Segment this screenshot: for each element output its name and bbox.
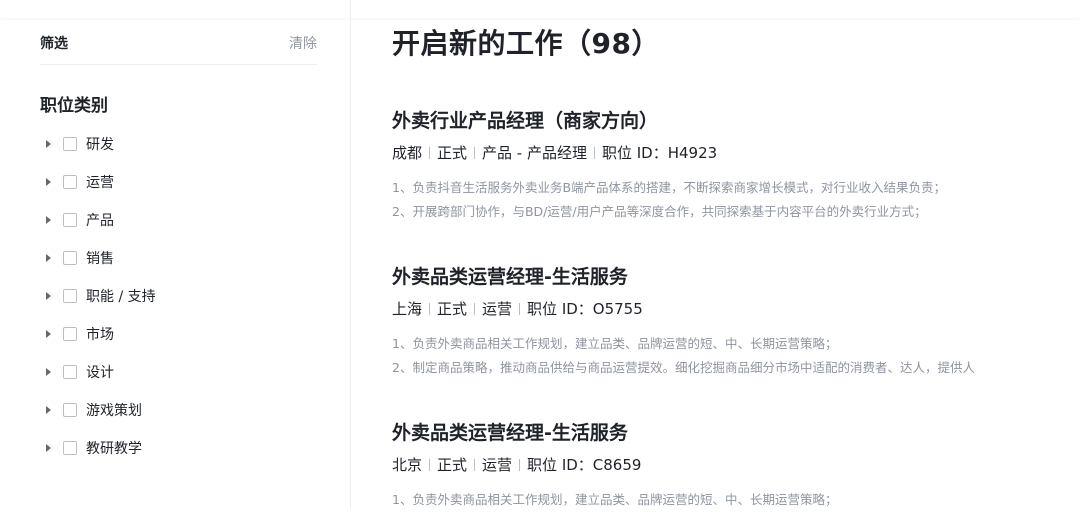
checkbox[interactable] [63,441,77,455]
meta-separator [474,458,476,471]
job-type: 正式 [437,144,468,162]
caret-right-icon[interactable] [46,444,51,452]
meta-separator [429,458,431,471]
job-card[interactable]: 外卖行业产品经理（商家方向） 成都 正式 产品 - 产品经理 职位 ID：H49… [392,106,1062,224]
filter-header: 筛选 清除 [40,33,317,53]
job-title[interactable]: 外卖行业产品经理（商家方向） [392,106,1062,133]
category-title: 职位类别 [40,96,108,116]
category-label: 产品 [86,213,114,229]
caret-right-icon[interactable] [46,216,51,224]
checkbox[interactable] [63,251,77,265]
category-item-support[interactable]: 职能 / 支持 [40,277,330,315]
category-item-marketing[interactable]: 市场 [40,315,330,353]
job-category: 运营 [482,300,513,318]
job-desc-line: 2、开展跨部门协作，与BD/运营/用户产品等深度合作，共同探索基于内容平台的外卖… [392,204,927,219]
category-label: 游戏策划 [86,403,142,419]
category-item-operations[interactable]: 运营 [40,163,330,201]
job-desc-line: 2、制定商品策略，推动商品供给与商品运营提效。细化挖掘商品细分市场中适配的消费者… [392,360,975,375]
checkbox[interactable] [63,175,77,189]
job-title[interactable]: 外卖品类运营经理-生活服务 [392,262,1062,289]
category-item-sales[interactable]: 销售 [40,239,330,277]
checkbox[interactable] [63,365,77,379]
filter-sidebar: 筛选 清除 职位类别 研发 运营 产品 销售 职能 / 支持 市场 设计 游戏策… [0,0,351,509]
job-desc-line: 1、负责外卖商品相关工作规划，建立品类、品牌运营的短、中、长期运营策略； [392,336,838,351]
caret-right-icon[interactable] [46,330,51,338]
caret-right-icon[interactable] [46,254,51,262]
category-item-product[interactable]: 产品 [40,201,330,239]
checkbox[interactable] [63,213,77,227]
meta-separator [474,302,476,315]
checkbox[interactable] [63,137,77,151]
filter-title: 筛选 [40,36,68,52]
job-city: 北京 [392,456,423,474]
job-description: 1、负责外卖商品相关工作规划，建立品类、品牌运营的短、中、长期运营策略； 2、制… [392,332,1062,380]
category-label: 市场 [86,327,114,343]
meta-separator [519,302,521,315]
job-city: 上海 [392,300,423,318]
job-card[interactable]: 外卖品类运营经理-生活服务 北京 正式 运营 职位 ID：C8659 1、负责外… [392,418,1062,512]
job-id: 职位 ID：C8659 [527,456,642,474]
category-label: 教研教学 [86,441,142,457]
category-label: 职能 / 支持 [86,289,156,305]
job-meta: 上海 正式 运营 职位 ID：O5755 [392,298,1062,319]
meta-separator [519,458,521,471]
category-item-game-design[interactable]: 游戏策划 [40,391,330,429]
category-item-teaching[interactable]: 教研教学 [40,429,330,467]
caret-right-icon[interactable] [46,292,51,300]
category-item-design[interactable]: 设计 [40,353,330,391]
checkbox[interactable] [63,403,77,417]
category-label: 销售 [86,251,114,267]
job-description: 1、负责抖音生活服务外卖业务B端产品体系的搭建，不断探索商家增长模式，对行业收入… [392,176,1062,224]
job-city: 成都 [392,144,423,162]
clear-button[interactable]: 清除 [289,33,317,53]
category-label: 设计 [86,365,114,381]
job-category: 产品 - 产品经理 [482,144,587,162]
checkbox[interactable] [63,327,77,341]
job-title[interactable]: 外卖品类运营经理-生活服务 [392,418,1062,445]
category-label: 研发 [86,137,114,153]
checkbox[interactable] [63,289,77,303]
meta-separator [429,302,431,315]
meta-separator [429,146,431,159]
caret-right-icon[interactable] [46,406,51,414]
job-category: 运营 [482,456,513,474]
divider [40,64,317,65]
job-type: 正式 [437,300,468,318]
job-desc-line: 1、负责抖音生活服务外卖业务B端产品体系的搭建，不断探索商家增长模式，对行业收入… [392,180,947,195]
job-meta: 成都 正式 产品 - 产品经理 职位 ID：H4923 [392,142,1062,163]
job-description: 1、负责外卖商品相关工作规划，建立品类、品牌运营的短、中、长期运营策略； [392,488,1062,512]
job-type: 正式 [437,456,468,474]
job-card[interactable]: 外卖品类运营经理-生活服务 上海 正式 运营 职位 ID：O5755 1、负责外… [392,262,1062,380]
caret-right-icon[interactable] [46,140,51,148]
job-id: 职位 ID：O5755 [527,300,643,318]
category-item-rd[interactable]: 研发 [40,125,330,163]
meta-separator [474,146,476,159]
caret-right-icon[interactable] [46,178,51,186]
page-title: 开启新的工作（98） [392,27,660,60]
job-id: 职位 ID：H4923 [601,144,718,162]
meta-separator [593,146,595,159]
category-list: 研发 运营 产品 销售 职能 / 支持 市场 设计 游戏策划 教研教学 [40,125,330,467]
caret-right-icon[interactable] [46,368,51,376]
job-meta: 北京 正式 运营 职位 ID：C8659 [392,454,1062,475]
category-label: 运营 [86,175,114,191]
job-desc-line: 1、负责外卖商品相关工作规划，建立品类、品牌运营的短、中、长期运营策略； [392,492,838,507]
